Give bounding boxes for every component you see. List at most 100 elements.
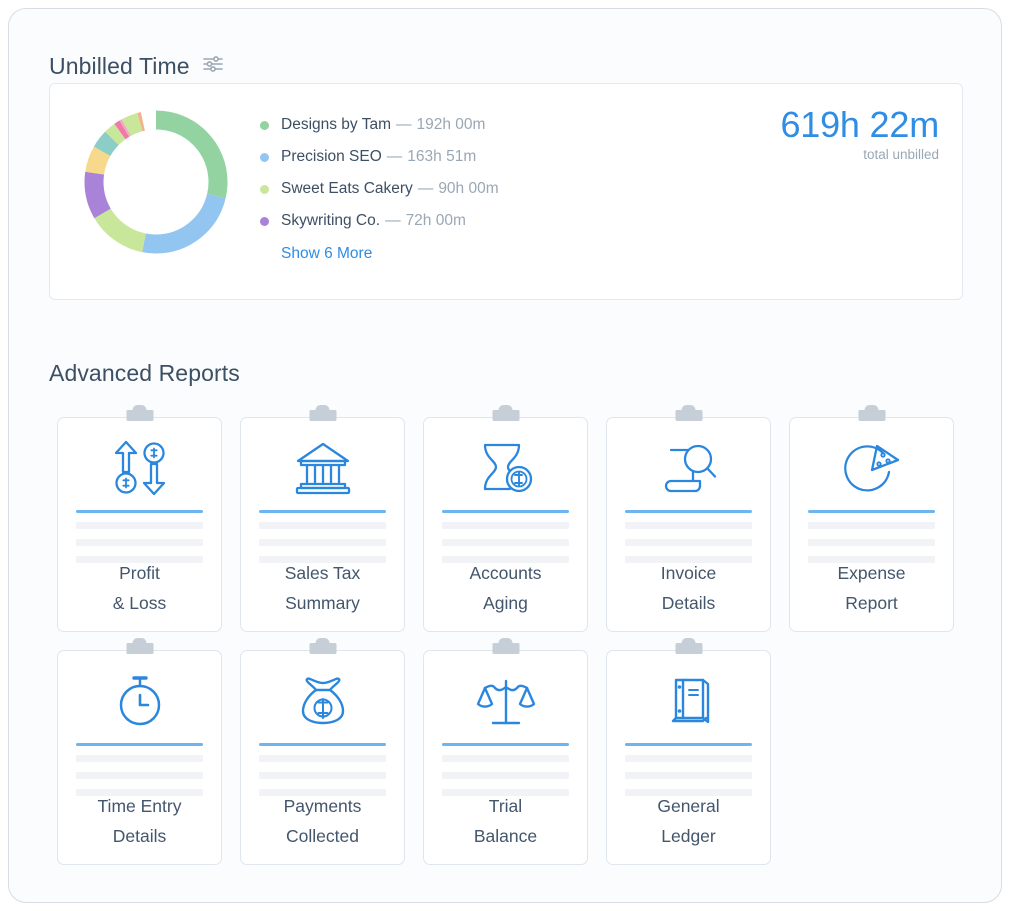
- clipboard-clip-icon: [858, 410, 885, 421]
- legend-color-dot: [260, 121, 269, 130]
- legend-separator: —: [418, 180, 434, 198]
- list-item[interactable]: Sweet Eats Cakery — 90h 00m: [260, 173, 499, 205]
- money-bag-icon: [241, 665, 404, 737]
- sliders-filter-icon[interactable]: [202, 55, 224, 78]
- clipboard-clip-icon: [492, 643, 519, 654]
- card-divider: [259, 510, 386, 513]
- report-card-expense-report[interactable]: Expense Report: [789, 417, 954, 632]
- report-label-line-1: General: [613, 791, 764, 821]
- report-card-accounts-aging[interactable]: Accounts Aging: [423, 417, 588, 632]
- legend-separator: —: [387, 148, 403, 166]
- report-label-line-2: Details: [64, 821, 215, 851]
- report-label-line-1: Invoice: [613, 558, 764, 588]
- legend-item-value: 163h 51m: [407, 148, 476, 166]
- report-label-line-1: Accounts: [430, 558, 581, 588]
- report-card-payments-collected[interactable]: Payments Collected: [240, 650, 405, 865]
- unbilled-donut-chart: [77, 103, 235, 261]
- legend-color-dot: [260, 153, 269, 162]
- report-label-line-1: Trial: [430, 791, 581, 821]
- report-card-label: Profit & Loss: [64, 558, 215, 619]
- clipboard-clip-icon: [309, 643, 336, 654]
- report-card-label: Expense Report: [796, 558, 947, 619]
- list-item[interactable]: Designs by Tam — 192h 00m: [260, 109, 499, 141]
- legend-separator: —: [396, 116, 412, 134]
- arrows-dollar-icon: [58, 432, 221, 504]
- list-item[interactable]: Precision SEO — 163h 51m: [260, 141, 499, 173]
- report-card-slot: Payments Collected: [232, 640, 415, 873]
- bank-building-icon: [241, 432, 404, 504]
- legend-item-label: Skywriting Co.: [281, 212, 380, 230]
- ledger-book-icon: [607, 665, 770, 737]
- report-label-line-1: Time Entry: [64, 791, 215, 821]
- document-magnifier-icon: [607, 432, 770, 504]
- legend-item-label: Designs by Tam: [281, 116, 391, 134]
- unbilled-time-header: Unbilled Time: [49, 53, 224, 80]
- report-card-label: Accounts Aging: [430, 558, 581, 619]
- donut-svg: [77, 103, 235, 261]
- report-label-line-2: Aging: [430, 588, 581, 618]
- legend-separator: —: [385, 212, 401, 230]
- card-divider: [76, 743, 203, 746]
- report-label-line-1: Sales Tax: [247, 558, 398, 588]
- report-card-label: Sales Tax Summary: [247, 558, 398, 619]
- pie-chart-slice-icon: [790, 432, 953, 504]
- card-divider: [442, 743, 569, 746]
- balance-scales-icon: [424, 665, 587, 737]
- report-card-slot: Trial Balance: [415, 640, 598, 873]
- legend-color-dot: [260, 217, 269, 226]
- card-divider: [625, 743, 752, 746]
- clipboard-clip-icon: [675, 410, 702, 421]
- hourglass-dollar-icon: [424, 432, 587, 504]
- card-divider: [76, 510, 203, 513]
- report-card-slot: Accounts Aging: [415, 407, 598, 640]
- report-label-line-1: Expense: [796, 558, 947, 588]
- report-label-line-2: Report: [796, 588, 947, 618]
- report-label-line-2: Ledger: [613, 821, 764, 851]
- report-label-line-2: Balance: [430, 821, 581, 851]
- report-card-general-ledger[interactable]: General Ledger: [606, 650, 771, 865]
- legend-item-value: 192h 00m: [416, 116, 485, 134]
- clipboard-clip-icon: [126, 410, 153, 421]
- report-card-profit-loss[interactable]: Profit & Loss: [57, 417, 222, 632]
- legend-item-label: Precision SEO: [281, 148, 382, 166]
- clipboard-clip-icon: [675, 643, 702, 654]
- total-unbilled-label: total unbilled: [780, 147, 939, 162]
- legend-item-value: 90h 00m: [438, 180, 498, 198]
- report-label-line-2: Details: [613, 588, 764, 618]
- legend-item-value: 72h 00m: [406, 212, 466, 230]
- card-divider: [625, 510, 752, 513]
- report-card-label: General Ledger: [613, 791, 764, 852]
- unbilled-time-card: Designs by Tam — 192h 00m Precision SEO …: [49, 83, 963, 300]
- legend-color-dot: [260, 185, 269, 194]
- report-card-time-entry-details[interactable]: Time Entry Details: [57, 650, 222, 865]
- legend-item-label: Sweet Eats Cakery: [281, 180, 413, 198]
- card-divider: [808, 510, 935, 513]
- report-label-line-1: Payments: [247, 791, 398, 821]
- list-item[interactable]: Skywriting Co. — 72h 00m: [260, 205, 499, 237]
- show-more-link[interactable]: Show 6 More: [281, 245, 372, 263]
- stopwatch-icon: [58, 665, 221, 737]
- page-title: Unbilled Time: [49, 53, 190, 80]
- report-card-label: Invoice Details: [613, 558, 764, 619]
- clipboard-clip-icon: [126, 643, 153, 654]
- advanced-reports-header: Advanced Reports: [49, 360, 240, 387]
- report-card-label: Payments Collected: [247, 791, 398, 852]
- report-card-slot: Invoice Details: [598, 407, 781, 640]
- card-divider: [442, 510, 569, 513]
- report-card-invoice-details[interactable]: Invoice Details: [606, 417, 771, 632]
- report-card-slot: Profit & Loss: [49, 407, 232, 640]
- report-card-label: Time Entry Details: [64, 791, 215, 852]
- card-divider: [259, 743, 386, 746]
- unbilled-legend: Designs by Tam — 192h 00m Precision SEO …: [260, 109, 499, 263]
- report-label-line-2: & Loss: [64, 588, 215, 618]
- clipboard-clip-icon: [309, 410, 336, 421]
- app-panel: Unbilled Time: [8, 8, 1002, 903]
- report-card-trial-balance[interactable]: Trial Balance: [423, 650, 588, 865]
- report-card-slot: General Ledger: [598, 640, 781, 873]
- report-card-slot: Sales Tax Summary: [232, 407, 415, 640]
- total-unbilled-value: 619h 22m: [780, 106, 939, 144]
- report-card-slot: Time Entry Details: [49, 640, 232, 873]
- report-card-sales-tax-summary[interactable]: Sales Tax Summary: [240, 417, 405, 632]
- report-card-label: Trial Balance: [430, 791, 581, 852]
- report-label-line-1: Profit: [64, 558, 215, 588]
